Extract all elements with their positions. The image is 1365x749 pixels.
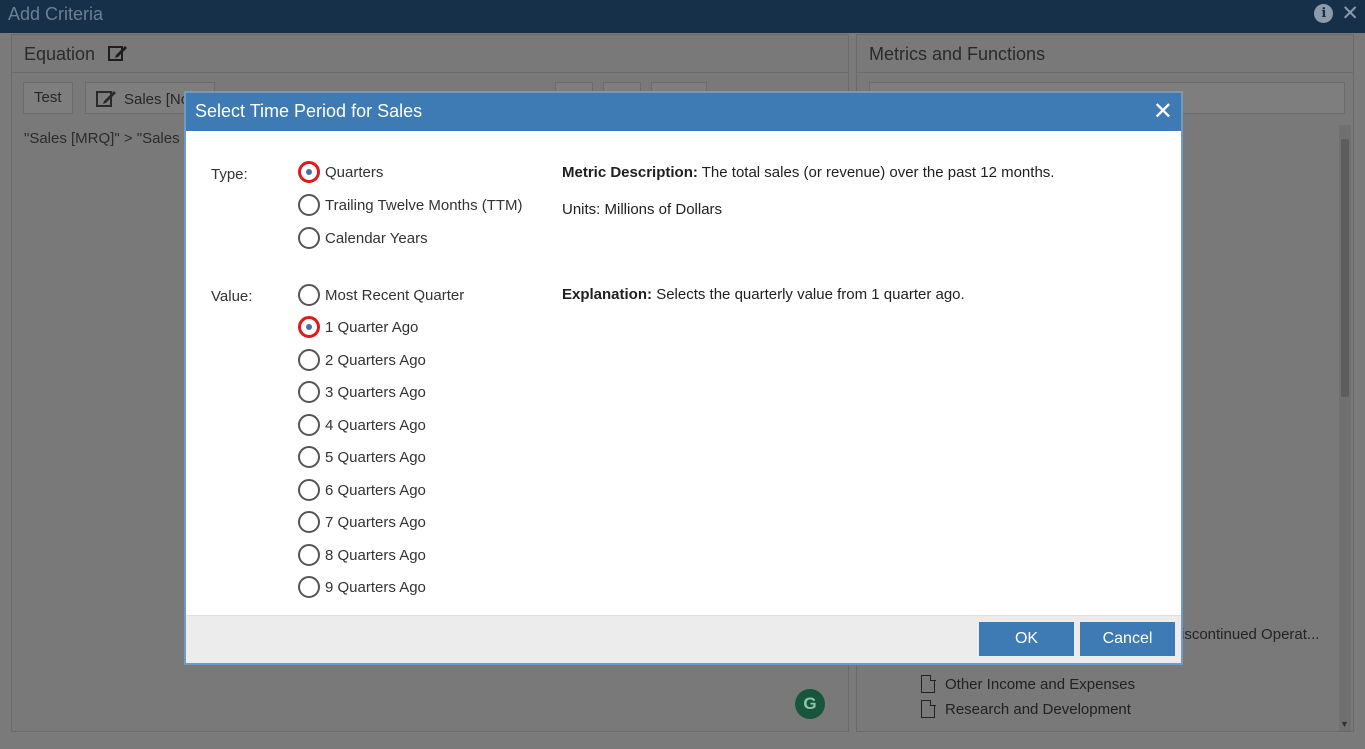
option-label: 3 Quarters Ago	[325, 383, 426, 401]
radio-unchecked[interactable]	[298, 284, 320, 306]
option-label: 6 Quarters Ago	[325, 481, 426, 499]
radio-unchecked[interactable]	[298, 511, 320, 533]
option-label: 9 Quarters Ago	[325, 578, 426, 596]
partial-tree-item-label[interactable]: iscontinued Operat...	[1181, 626, 1319, 643]
option-label: Quarters	[325, 163, 384, 181]
document-icon	[921, 674, 936, 693]
value-option[interactable]: 7 Quarters Ago	[298, 511, 426, 533]
radio-unchecked[interactable]	[298, 349, 320, 371]
window-close-icon[interactable]: ✕	[1341, 3, 1359, 24]
metrics-scrollbar[interactable]: ▼	[1339, 125, 1351, 731]
scroll-down-icon[interactable]: ▼	[1340, 719, 1349, 729]
value-option[interactable]: 4 Quarters Ago	[298, 414, 426, 436]
radio-checked[interactable]	[298, 161, 320, 183]
close-icon[interactable]: ✕	[1153, 98, 1173, 124]
option-label: 8 Quarters Ago	[325, 546, 426, 564]
value-option[interactable]: 6 Quarters Ago	[298, 479, 426, 501]
explanation-text: Selects the quarterly value from 1 quart…	[656, 286, 965, 303]
dialog-header: Select Time Period for Sales ✕	[186, 93, 1181, 131]
option-label: 2 Quarters Ago	[325, 351, 426, 369]
radio-unchecked[interactable]	[298, 381, 320, 403]
radio-unchecked[interactable]	[298, 479, 320, 501]
edit-icon	[96, 91, 116, 107]
window-title: Add Criteria	[8, 4, 104, 24]
value-option[interactable]: 5 Quarters Ago	[298, 446, 426, 468]
dialog-title: Select Time Period for Sales	[195, 101, 423, 121]
radio-unchecked[interactable]	[298, 544, 320, 566]
value-option[interactable]: Most Recent Quarter	[298, 284, 464, 306]
metrics-panel-header: Metrics and Functions	[857, 35, 1353, 73]
option-label: 1 Quarter Ago	[325, 318, 419, 336]
edit-icon[interactable]	[108, 44, 128, 67]
scroll-thumb[interactable]	[1341, 139, 1349, 397]
option-label: 5 Quarters Ago	[325, 448, 426, 466]
type-option-calendar-years[interactable]: Calendar Years	[298, 227, 428, 249]
equation-title: Equation	[24, 44, 96, 64]
option-label: Calendar Years	[325, 229, 428, 247]
option-label: 7 Quarters Ago	[325, 513, 426, 531]
radio-unchecked[interactable]	[298, 576, 320, 598]
option-label: 4 Quarters Ago	[325, 416, 426, 434]
option-label: Most Recent Quarter	[325, 286, 465, 304]
value-option[interactable]: 8 Quarters Ago	[298, 544, 426, 566]
value-label: Value:	[211, 288, 253, 305]
window-titlebar: Add Criteria i ✕	[0, 0, 1365, 33]
tree-item-label: Other Income and Expenses	[945, 675, 1136, 693]
cancel-button[interactable]: Cancel	[1080, 622, 1175, 656]
explanation: Explanation: Selects the quarterly value…	[562, 286, 965, 303]
equation-expression[interactable]: "Sales [MRQ]" > "Sales	[24, 130, 180, 147]
value-option[interactable]: 9 Quarters Ago	[298, 576, 426, 598]
sales-metric-label: Sales [No	[124, 91, 190, 108]
metric-description: Metric Description: The total sales (or …	[562, 164, 1054, 181]
metrics-title: Metrics and Functions	[869, 44, 1046, 64]
units-text: Units: Millions of Dollars	[562, 201, 723, 218]
document-icon	[921, 699, 936, 718]
equation-panel-header: Equation	[12, 35, 848, 73]
metric-description-text: The total sales (or revenue) over the pa…	[701, 164, 1055, 181]
tree-item[interactable]: Other Income and Expenses	[921, 674, 1136, 693]
tree-item[interactable]: Research and Development	[921, 699, 1131, 718]
option-label: Trailing Twelve Months (TTM)	[325, 196, 523, 214]
radio-unchecked[interactable]	[298, 194, 320, 216]
radio-unchecked[interactable]	[298, 227, 320, 249]
dialog-footer: OK Cancel	[186, 615, 1181, 663]
radio-unchecked[interactable]	[298, 414, 320, 436]
value-option[interactable]: 1 Quarter Ago	[298, 316, 418, 338]
type-option-quarters[interactable]: Quarters	[298, 161, 383, 183]
type-label: Type:	[211, 166, 248, 183]
radio-unchecked[interactable]	[298, 446, 320, 468]
ok-button[interactable]: OK	[979, 622, 1074, 656]
grammarly-icon[interactable]: G	[795, 689, 825, 719]
value-option[interactable]: 3 Quarters Ago	[298, 381, 426, 403]
tree-item-label: Research and Development	[945, 700, 1131, 718]
type-option-ttm[interactable]: Trailing Twelve Months (TTM)	[298, 194, 523, 216]
info-icon[interactable]: i	[1314, 4, 1334, 23]
explanation-label: Explanation:	[562, 286, 653, 303]
time-period-dialog: Select Time Period for Sales ✕ Type: Qua…	[184, 91, 1183, 665]
radio-checked[interactable]	[298, 316, 320, 338]
value-option[interactable]: 2 Quarters Ago	[298, 349, 426, 371]
test-button[interactable]: Test	[23, 82, 73, 114]
metric-description-label: Metric Description:	[562, 164, 698, 181]
